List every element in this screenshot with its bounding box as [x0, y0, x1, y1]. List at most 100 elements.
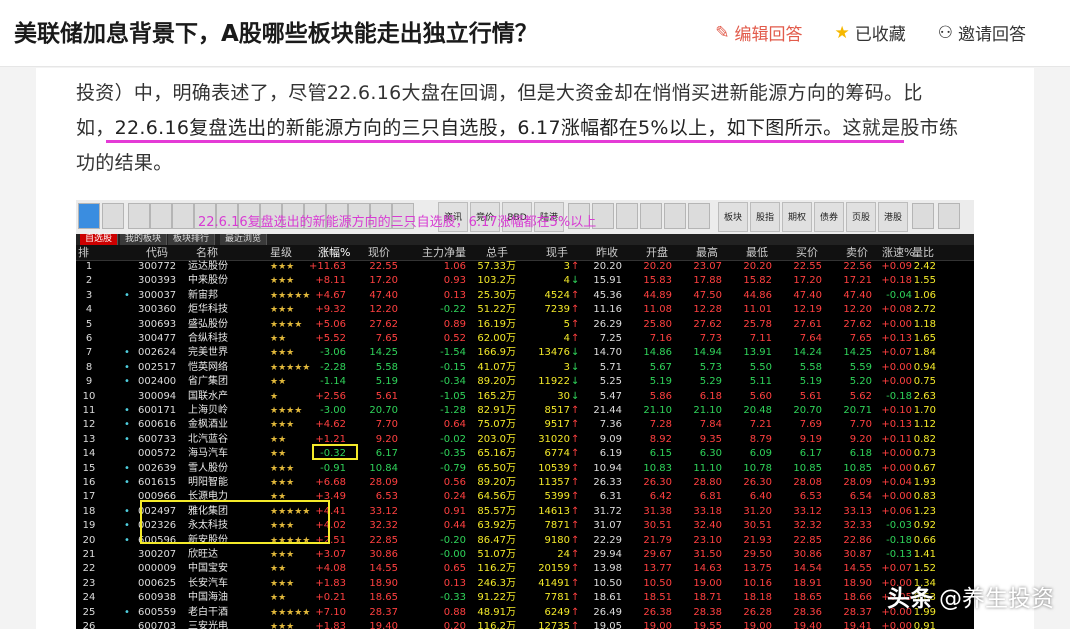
cell-open: 29.67	[643, 549, 672, 560]
column-header-5[interactable]: 现价	[368, 245, 390, 260]
cell-high: 5.73	[699, 361, 722, 373]
table-row[interactable]: 10 300094 国联水产 ★ +2.56 5.61 -1.05 165.2万 30 ↓ 5.47…	[76, 390, 974, 404]
row-number: 17	[82, 491, 96, 503]
table-row[interactable]: 23 000625 长安汽车 ★★★ +1.83 18.90 0.13 246.3万 41491…	[76, 577, 974, 591]
table-row[interactable]: 14 000572 海马汽车 ★★ -0.32 6.17 -0.35 65.16万 6774 ↑ 6…	[76, 447, 974, 461]
column-header-3[interactable]: 星级	[270, 245, 292, 260]
tab-watchlist[interactable]: 自选股	[80, 234, 119, 245]
cell-ask: 5.20	[849, 376, 872, 388]
column-header-16[interactable]: 量比	[912, 245, 934, 260]
cell-chg: +11.63	[308, 261, 346, 272]
table-row[interactable]: 1 300772 运达股份 ★★★ +11.63 22.55 1.06 57.33万 3 ↑ 20.…	[76, 260, 974, 274]
star-rating: ★★★★	[270, 406, 303, 416]
column-header-2[interactable]: 名称	[196, 245, 218, 260]
cell-price: 10.84	[369, 462, 398, 474]
cell-low: 26.28	[743, 606, 772, 618]
table-row[interactable]: 5 300693 盛弘股份 ★★★★ +5.06 27.62 0.89 16.19万 5 ↑ 26.…	[76, 318, 974, 332]
column-header-13[interactable]: 买价	[796, 245, 818, 260]
table-row[interactable]: 25 • 600559 老白干酒 ★★★★★ +7.10 28.37 0.88 48.91万 62…	[76, 606, 974, 620]
tab-sector-ranking[interactable]: 板块排行	[168, 234, 216, 245]
toolbar-btn-index-futures[interactable]: 股指	[750, 202, 780, 232]
row-number: 12	[82, 419, 96, 431]
row-marker: •	[124, 606, 130, 618]
column-header-11[interactable]: 最高	[696, 245, 718, 260]
cell-vol: 57.33万	[477, 261, 516, 272]
cell-price: 33.12	[369, 505, 398, 517]
cell-cur: 41491	[538, 577, 570, 589]
cell-net: -1.54	[440, 347, 466, 359]
cell-cur: 4524	[544, 289, 570, 301]
table-row[interactable]: 6 300477 合纵科技 ★★ +5.52 7.65 0.52 62.00万 4 ↑ 7.25 7.…	[76, 332, 974, 346]
column-header-4[interactable]: 涨幅%	[318, 245, 350, 260]
column-header-10[interactable]: 开盘	[646, 245, 668, 260]
cell-bid: 5.61	[799, 390, 822, 402]
column-header-12[interactable]: 最低	[746, 245, 768, 260]
cell-net: 0.93	[443, 275, 466, 287]
cell-low: 13.91	[743, 347, 772, 359]
tab-recent[interactable]: 最近浏览	[220, 234, 268, 245]
stock-code: 000572	[138, 448, 177, 460]
table-row[interactable]: 16 • 601615 明阳智能 ★★★ +6.68 28.09 0.56 89.20万 1135…	[76, 476, 974, 490]
row-number: 21	[82, 549, 96, 560]
toolbar-btn-bonds[interactable]: 债券	[814, 202, 844, 232]
arrow-up-icon: ↑	[571, 304, 580, 316]
cell-bid: 7.69	[799, 419, 822, 431]
stock-name: 欣旺达	[188, 549, 218, 560]
toolbar-btn-hk-stocks[interactable]: 港股	[878, 202, 908, 232]
cell-vol: 64.56万	[477, 491, 516, 503]
row-number: 22	[82, 563, 96, 575]
column-header-15[interactable]: 涨速%	[882, 245, 914, 260]
tab-my-sectors[interactable]: 我的板块	[120, 234, 168, 245]
table-row[interactable]: 22 000009 中国宝安 ★★ +4.08 14.55 0.65 116.2万 20159 ↑…	[76, 562, 974, 576]
table-row[interactable]: 13 • 600733 北汽蓝谷 ★★ +1.21 9.20 -0.02 203.0万 31020…	[76, 433, 974, 447]
cell-net: -0.02	[440, 433, 466, 445]
cell-open: 6.15	[649, 448, 672, 460]
edit-answer-button[interactable]: ✎ 编辑回答	[715, 20, 802, 46]
cell-ratio: 1.41	[913, 549, 936, 560]
cell-open: 21.79	[643, 534, 672, 546]
cell-ratio: 0.83	[913, 491, 936, 503]
table-row[interactable]: 26 600703 三安光电 ★★★ +1.83 19.40 0.20 116.2万 12735…	[76, 620, 974, 629]
cell-cur: 5399	[544, 491, 570, 503]
toolbar-btn-sector[interactable]: 板块	[718, 202, 748, 232]
cell-ask: 12.20	[843, 304, 872, 316]
cell-ask: 30.87	[843, 549, 872, 560]
cell-price: 20.70	[369, 405, 398, 416]
cell-prev: 5.47	[599, 390, 622, 402]
column-header-9[interactable]: 昨收	[596, 245, 618, 260]
table-row[interactable]: 11 • 600171 上海贝岭 ★★★★ -3.00 20.70 -1.28 82.91万 85…	[76, 404, 974, 418]
cell-bid: 6.17	[799, 448, 822, 460]
cell-cur: 5	[563, 318, 570, 330]
table-row[interactable]: 4 300360 炬华科技 ★★★ +9.32 12.20 -0.22 51.22万 7239 ↑…	[76, 303, 974, 317]
table-row[interactable]: 9 • 002400 省广集团 ★★ -1.14 5.19 -0.34 89.20万 11922 ↓…	[76, 375, 974, 389]
column-header-14[interactable]: 卖价	[846, 245, 868, 260]
table-row[interactable]: 2 300393 中来股份 ★★★ +8.11 17.20 0.93 103.2万 4 ↓ 15.9…	[76, 274, 974, 288]
collected-button[interactable]: ★ 已收藏	[835, 20, 906, 46]
invite-answer-button[interactable]: ⚇ 邀请回答	[938, 20, 1026, 46]
cell-ratio: 1.84	[913, 347, 936, 359]
table-row[interactable]: 24 600938 中国海油 ★★ +0.21 18.65 -0.33 91.22万 7781 ↑…	[76, 591, 974, 605]
column-header-1[interactable]: 代码	[146, 245, 168, 260]
column-header-6[interactable]: 主力净量	[422, 245, 466, 260]
cell-ratio: 2.63	[913, 390, 936, 402]
arrow-down-icon: ↓	[571, 275, 580, 287]
cell-price: 19.40	[369, 621, 398, 629]
answer-paragraph: 投资）中，明确表述了，尽管22.6.16大盘在回调，但是大资金却在悄悄买进新能源…	[76, 76, 996, 181]
star-rating: ★★★	[270, 276, 295, 287]
table-row[interactable]: 15 • 002639 雪人股份 ★★★ -0.91 10.84 -0.79 65.50万 105…	[76, 462, 974, 476]
table-row[interactable]: 12 • 600616 金枫酒业 ★★★ +4.62 7.70 0.64 75.07万 9517 ↑…	[76, 418, 974, 432]
table-row[interactable]: 7 • 002624 完美世界 ★★★ -3.06 14.25 -1.54 166.9万 1347…	[76, 346, 974, 360]
cell-vol: 65.50万	[477, 462, 516, 474]
watermark-brand: 头条	[887, 586, 933, 612]
cell-low: 20.48	[743, 405, 772, 416]
toolbar-btn-9[interactable]: 页股	[846, 202, 876, 232]
toolbar-btn-options[interactable]: 期权	[782, 202, 812, 232]
column-header-7[interactable]: 总手	[486, 245, 508, 260]
column-header-8[interactable]: 现手	[546, 245, 568, 260]
table-row[interactable]: 8 • 002517 恺英网络 ★★★★★ -2.28 5.58 -0.15 41.07万 3 ↓ 5…	[76, 361, 974, 375]
table-row[interactable]: 21 300207 欣旺达 ★★★ +3.07 30.86 -0.00 51.07万 24 ↑ 29…	[76, 548, 974, 562]
table-row[interactable]: 3 • 300037 新宙邦 ★★★★★ +4.67 47.40 0.13 25.30万 4524…	[76, 289, 974, 303]
cell-bid: 18.91	[793, 577, 822, 589]
star-rating: ★★★★	[270, 319, 303, 330]
column-header-0[interactable]: 排	[78, 245, 89, 260]
